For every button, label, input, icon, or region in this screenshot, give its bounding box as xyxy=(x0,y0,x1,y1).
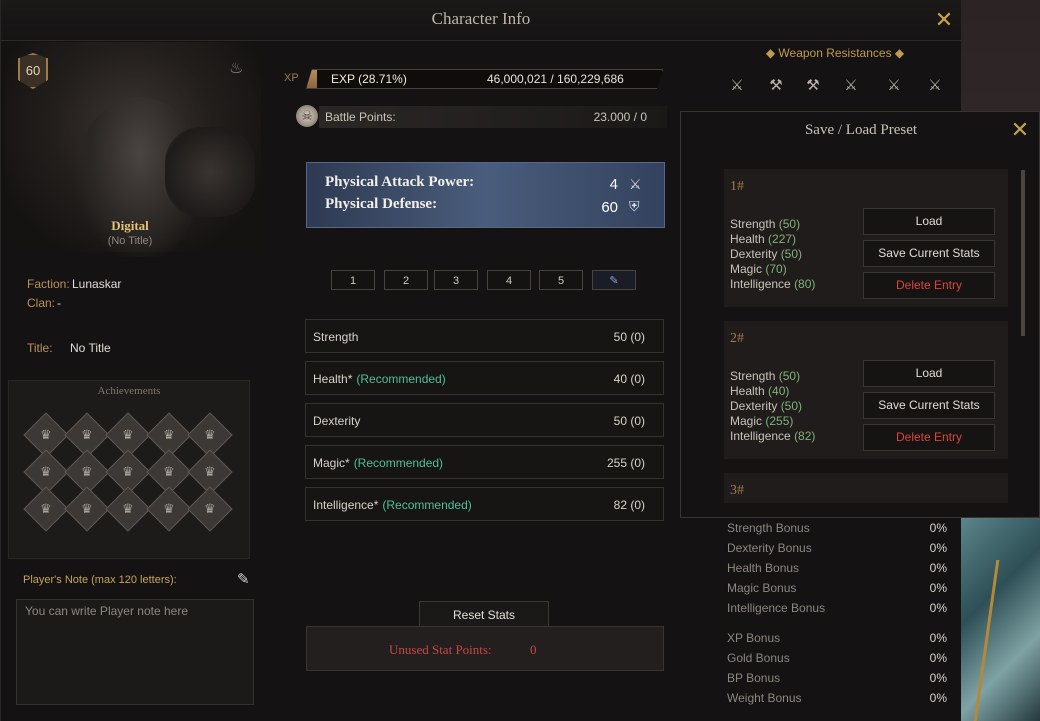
xp-bar: EXP (28.71%) 46,000,021 / 160,229,686 xyxy=(306,69,663,89)
stat-value: 50 (0) xyxy=(613,414,645,428)
dagger-icon: ⚔ xyxy=(887,77,901,94)
achievement-badge-icon[interactable]: ♛ xyxy=(22,486,69,532)
preset-card-2: 2# Strength (50) Health (40) Dexterity (… xyxy=(724,321,1008,459)
title-label: Title: xyxy=(27,341,53,355)
close-icon[interactable]: ✕ xyxy=(933,9,955,31)
xp-label: XP xyxy=(284,72,299,84)
weapon-resistances-title: ◆ Weapon Resistances ◆ xyxy=(765,46,905,60)
clan-label: Clan: xyxy=(27,296,56,310)
preset-card-1: 1# Strength (50) Health (227) Dexterity … xyxy=(724,169,1008,307)
preset-window-title: Save / Load Preset xyxy=(804,122,918,138)
preset-scrollbar[interactable] xyxy=(1021,170,1025,336)
achievements-grid: ♛ ♛ ♛ ♛ ♛ ♛ ♛ ♛ ♛ ♛ ♛ ♛ ♛ ♛ ♛ xyxy=(22,412,233,532)
save-load-preset-window: Save / Load Preset ✕ 1# Strength (50) He… xyxy=(680,111,1040,518)
stat-name: Magic* (Recommended) xyxy=(313,456,444,470)
close-icon[interactable]: ✕ xyxy=(1009,119,1031,141)
stat-row-dexterity[interactable]: Dexterity 50 (0) xyxy=(305,403,664,437)
preset-tab-1[interactable]: 1 xyxy=(331,270,375,290)
xp-bar-fill xyxy=(307,70,317,88)
title-value: No Title xyxy=(70,341,111,355)
attack-power-label: Physical Attack Power: xyxy=(325,174,475,190)
preset-number: 1# xyxy=(730,179,744,194)
defense-value: 60 xyxy=(601,199,618,216)
delete-entry-button[interactable]: Delete Entry xyxy=(863,424,995,451)
save-current-stats-button[interactable]: Save Current Stats xyxy=(863,240,995,267)
achievements-panel: Achievements ♛ ♛ ♛ ♛ ♛ ♛ ♛ ♛ ♛ ♛ ♛ ♛ ♛ ♛ ♛ xyxy=(8,380,250,559)
faction-value: Lunaskar xyxy=(72,277,122,291)
character-title-subtitle: (No Title) xyxy=(107,235,153,247)
stat-value: 82 (0) xyxy=(613,498,645,512)
unused-stat-points-value: 0 xyxy=(530,642,537,657)
crossed-axes-icon: ⚒ xyxy=(769,77,783,94)
player-note-input[interactable] xyxy=(16,599,254,705)
preset-tab-2[interactable]: 2 xyxy=(384,270,428,290)
faction-label: Faction: xyxy=(27,277,70,291)
defense-label: Physical Defense: xyxy=(325,196,438,212)
preset-number: 2# xyxy=(730,331,744,346)
load-button[interactable]: Load xyxy=(863,360,995,387)
spear-icon: ⚔ xyxy=(844,77,858,94)
flame-icon[interactable]: ♨ xyxy=(229,58,249,78)
battle-points-bar: Battle Points: 23.000 / 0 xyxy=(319,106,667,128)
skull-icon: ☠ xyxy=(296,105,318,127)
unused-stat-points-box: Unused Stat Points: 0 xyxy=(306,626,664,671)
player-note-label: Player's Note (max 120 letters): xyxy=(23,574,177,586)
battle-points-label: Battle Points: xyxy=(325,110,396,124)
crossed-blades-icon: ⚔ xyxy=(928,77,942,94)
achievement-badge-icon[interactable]: ♛ xyxy=(145,486,192,532)
clan-value: - xyxy=(57,296,61,310)
combat-stats-box: Physical Attack Power: 4 ⚔ Physical Defe… xyxy=(306,162,665,228)
stat-row-magic[interactable]: Magic* (Recommended) 255 (0) xyxy=(305,445,664,479)
stat-name: Dexterity xyxy=(313,414,361,428)
delete-entry-button[interactable]: Delete Entry xyxy=(863,272,995,299)
stat-row-health[interactable]: Health* (Recommended) 40 (0) xyxy=(305,361,664,395)
stat-row-intelligence[interactable]: Intelligence* (Recommended) 82 (0) xyxy=(305,487,664,521)
preset-stats: Strength (50) Health (227) Dexterity (50… xyxy=(730,217,816,291)
crossed-swords-icon: ⚔ xyxy=(730,77,744,94)
load-button[interactable]: Load xyxy=(863,208,995,235)
achievement-badge-icon[interactable]: ♛ xyxy=(63,486,110,532)
preset-tab-5[interactable]: 5 xyxy=(539,270,583,290)
character-name: Digital xyxy=(111,218,149,233)
unused-stat-points-label: Unused Stat Points: xyxy=(389,642,492,657)
preset-tab-3[interactable]: 3 xyxy=(434,270,478,290)
window-title: Character Info xyxy=(431,9,531,28)
reset-stats-button[interactable]: Reset Stats xyxy=(419,601,549,628)
stat-value: 40 (0) xyxy=(613,372,645,386)
stat-name: Intelligence* (Recommended) xyxy=(313,498,472,512)
quill-edit-icon[interactable]: ✎ xyxy=(592,270,636,290)
title-bar[interactable]: Character Info ✕ xyxy=(1,0,961,41)
hammer-icon: ⚒ xyxy=(806,77,820,94)
achievements-title: Achievements xyxy=(97,385,161,397)
preset-stats: Strength (50) Health (40) Dexterity (50)… xyxy=(730,369,816,443)
achievement-badge-icon[interactable]: ♛ xyxy=(104,486,151,532)
stat-value: 255 (0) xyxy=(606,456,645,470)
attack-power-value: 4 xyxy=(609,176,618,193)
battle-points-value: 23.000 / 0 xyxy=(593,110,647,124)
shield-icon: ⛨ xyxy=(629,198,640,214)
sword-icon: ⚔ xyxy=(629,176,642,192)
preset-tab-4[interactable]: 4 xyxy=(487,270,531,290)
character-armor xyxy=(165,127,255,217)
quill-icon[interactable]: ✎ xyxy=(237,570,250,588)
save-current-stats-button[interactable]: Save Current Stats xyxy=(863,392,995,419)
stat-row-strength[interactable]: Strength 50 (0) xyxy=(305,319,664,353)
stat-name: Strength xyxy=(313,330,359,344)
preset-number: 3# xyxy=(730,483,744,498)
preset-card-3: 3# xyxy=(724,473,1008,503)
stat-value: 50 (0) xyxy=(613,330,645,344)
xp-percent-text: EXP (28.71%) xyxy=(331,72,407,86)
stat-name: Health* (Recommended) xyxy=(313,372,446,386)
achievement-badge-icon[interactable]: ♛ xyxy=(186,486,233,532)
xp-values-text: 46,000,021 / 160,229,686 xyxy=(487,72,624,86)
